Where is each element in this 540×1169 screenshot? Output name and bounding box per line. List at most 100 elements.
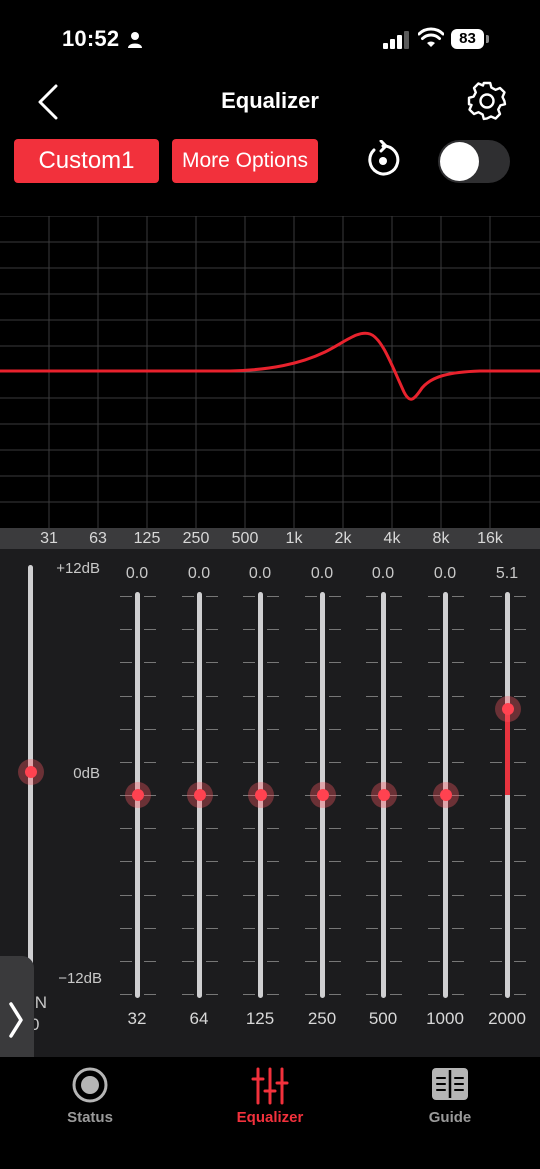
slider-tick (120, 828, 132, 830)
slider-tick (366, 994, 378, 995)
band-slider-handle[interactable] (310, 782, 336, 808)
slider-tick (144, 695, 156, 697)
slider-tick (144, 861, 156, 863)
slider-tick (366, 695, 378, 697)
slider-tick (305, 728, 317, 730)
slider-tick (144, 894, 156, 896)
slider-tick (428, 596, 440, 597)
slider-tick (329, 695, 341, 697)
slider-tick (366, 761, 378, 763)
slider-tick (267, 994, 279, 995)
slider-tick (329, 894, 341, 896)
band-slider-handle[interactable] (248, 782, 274, 808)
slider-tick (206, 828, 218, 830)
slider-tick (329, 662, 341, 664)
slider-tick (514, 994, 526, 995)
gear-icon[interactable] (466, 80, 508, 122)
slider-tick (329, 994, 341, 995)
slider-tick (120, 960, 132, 962)
freq-tick-label: 2k (334, 530, 352, 547)
slider-tick (390, 662, 402, 664)
band-slider-handle[interactable] (187, 782, 213, 808)
slider-tick (366, 728, 378, 730)
slider-tick (144, 828, 156, 830)
slider-tick (305, 960, 317, 962)
slider-tick (243, 994, 255, 995)
band-gain-value: 5.1 (495, 565, 519, 582)
tab-equalizer[interactable]: Equalizer (180, 1057, 360, 1169)
slider-tick (329, 728, 341, 730)
slider-tick (428, 761, 440, 763)
slider-tick (514, 960, 526, 962)
slider-tick (243, 695, 255, 697)
slider-tick (243, 894, 255, 896)
slider-tick (366, 629, 378, 631)
eq-curve (0, 331, 540, 401)
freq-tick-label: 500 (231, 530, 259, 547)
reset-icon[interactable] (363, 140, 403, 180)
slider-tick (366, 596, 378, 597)
slider-tick (490, 662, 502, 664)
slider-tick (428, 861, 440, 863)
slider-tick (490, 761, 502, 763)
slider-tick (428, 662, 440, 664)
freq-tick-label: 8k (432, 530, 450, 547)
band-slider-track[interactable] (505, 592, 510, 998)
slider-tick (390, 629, 402, 631)
preset-button[interactable]: Custom1 (14, 139, 159, 183)
slider-tick (206, 761, 218, 763)
slider-tick (390, 894, 402, 896)
page-title: Equalizer (221, 88, 319, 113)
slider-tick (144, 596, 156, 597)
slider-tick (144, 927, 156, 929)
slider-tick (366, 828, 378, 830)
tab-status[interactable]: Status (0, 1057, 180, 1169)
band-frequency-label: 64 (189, 1009, 209, 1028)
slider-tick (206, 695, 218, 697)
slider-tick (366, 662, 378, 664)
slider-tick (144, 662, 156, 664)
slider-tick (305, 596, 317, 597)
slider-tick (206, 728, 218, 730)
equalizer-icon (251, 1067, 289, 1105)
band-slider-handle[interactable] (433, 782, 459, 808)
slider-tick (182, 662, 194, 664)
band-slider-handle[interactable] (371, 782, 397, 808)
status-time: 10:52 (62, 26, 120, 51)
slider-tick (182, 596, 194, 597)
slider-tick (243, 828, 255, 830)
slider-tick (144, 629, 156, 631)
eq-enable-toggle[interactable] (438, 140, 510, 183)
slider-tick (366, 894, 378, 896)
slider-tick (305, 761, 317, 763)
slider-tick (428, 960, 440, 962)
slider-tick (514, 728, 526, 730)
slider-tick (267, 894, 279, 896)
slider-tick (182, 894, 194, 896)
more-options-button[interactable]: More Options (172, 139, 318, 183)
band-slider-handle[interactable] (495, 695, 521, 722)
slider-tick (390, 994, 402, 995)
slider-tick (182, 728, 194, 730)
slider-tick (206, 960, 218, 962)
tab-guide[interactable]: Guide (360, 1057, 540, 1169)
slider-tick (120, 662, 132, 664)
band-gain-value: 0.0 (125, 565, 149, 582)
freq-tick-label: 16k (477, 530, 503, 547)
slider-tick (305, 662, 317, 664)
slider-tick (120, 894, 132, 896)
input-gain-handle[interactable] (18, 759, 44, 785)
band-slider-handle[interactable] (125, 782, 151, 808)
slider-tick (243, 596, 255, 597)
slider-tick (428, 728, 440, 730)
slider-tick (490, 894, 502, 896)
slider-tick (452, 894, 464, 896)
cellular-signal-icon (383, 31, 409, 49)
slider-tick (366, 960, 378, 962)
slider-tick (390, 861, 402, 863)
slider-tick (366, 861, 378, 863)
slider-tick (514, 927, 526, 929)
slider-tick (206, 861, 218, 863)
slider-tick (267, 828, 279, 830)
slider-tick (120, 695, 132, 697)
